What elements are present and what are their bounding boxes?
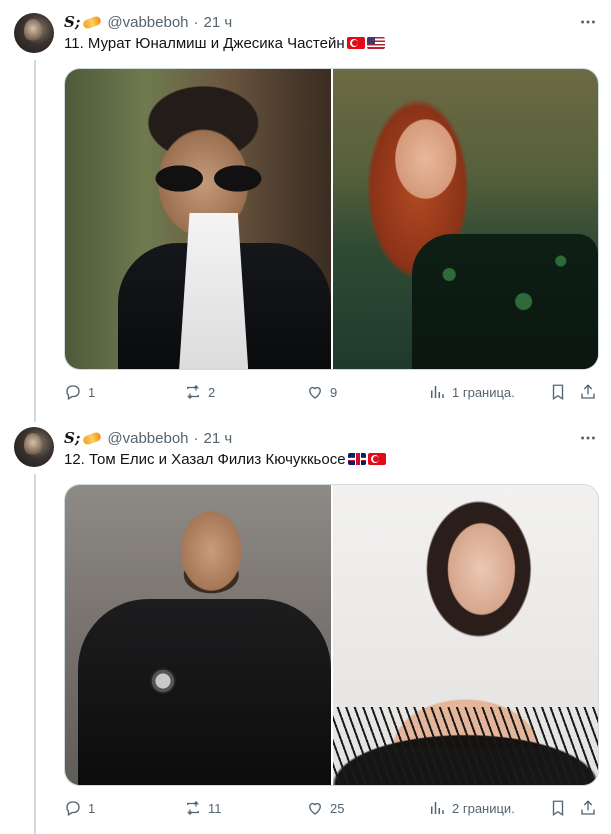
reply-button[interactable]: 1 (64, 798, 95, 818)
views-button[interactable]: 1 граница. (428, 382, 515, 402)
reply-button[interactable]: 1 (64, 382, 95, 402)
separator-dot: · (193, 13, 199, 31)
author-name[interactable]: S; (64, 13, 80, 31)
author-handle[interactable]: @vabbeboh (107, 14, 188, 31)
retweet-icon (187, 385, 199, 399)
retweet-button[interactable]: 2 (184, 382, 215, 402)
media-image[interactable] (65, 485, 331, 785)
share-icon (581, 384, 595, 399)
tweet[interactable]: S; @vabbeboh · 21 ч 11. Мурат Юналмиш и … (0, 0, 611, 420)
views-icon (431, 386, 444, 398)
separator-dot: · (193, 429, 199, 447)
tweet-actions: 1 2 9 1 граница. (64, 382, 597, 402)
reply-icon (66, 385, 80, 400)
bookmark-icon (552, 384, 564, 401)
tweet-header: S; @vabbeboh · 21 ч (64, 12, 232, 32)
media-image[interactable] (332, 69, 598, 369)
like-button[interactable]: 9 (306, 382, 337, 402)
uk-flag-icon (347, 453, 366, 465)
retweet-icon (187, 801, 199, 815)
avatar[interactable] (14, 13, 54, 53)
emoji-icon (82, 14, 103, 30)
media-image[interactable] (332, 485, 598, 785)
views-count: 2 граници. (452, 800, 515, 816)
more-icon[interactable] (578, 428, 598, 448)
retweet-button[interactable]: 11 (184, 798, 222, 818)
like-count: 25 (330, 800, 345, 816)
reply-count: 1 (88, 800, 96, 816)
views-icon (431, 802, 444, 814)
bookmark-button[interactable] (548, 382, 568, 402)
share-icon (581, 800, 595, 815)
tweet-text-content: 12. Том Елис и Хазал Филиз Кючуккьосе (64, 451, 346, 468)
reply-count: 1 (88, 384, 96, 400)
usa-flag-icon (366, 37, 385, 49)
media-image[interactable] (65, 69, 331, 369)
tweet-text: 11. Мурат Юналмиш и Джесика Частейн (64, 34, 385, 54)
turkey-flag-icon (346, 37, 365, 49)
tweet-text: 12. Том Елис и Хазал Филиз Кючуккьосе (64, 450, 386, 470)
timestamp[interactable]: 21 ч (204, 430, 233, 447)
author-name[interactable]: S; (64, 429, 80, 447)
bookmark-button[interactable] (548, 798, 568, 818)
like-count: 9 (330, 384, 338, 400)
share-button[interactable] (578, 382, 598, 402)
tweet[interactable]: S; @vabbeboh · 21 ч 12. Том Елис и Хазал… (0, 414, 611, 834)
reply-icon (66, 801, 80, 816)
views-count: 1 граница. (452, 384, 515, 400)
like-icon (309, 802, 321, 815)
emoji-icon (82, 430, 103, 446)
tweet-header: S; @vabbeboh · 21 ч (64, 428, 232, 448)
tweet-actions: 1 11 25 2 граници. (64, 798, 597, 818)
turkey-flag-icon (367, 453, 386, 465)
retweet-count: 2 (208, 384, 216, 400)
more-icon[interactable] (578, 12, 598, 32)
avatar[interactable] (14, 427, 54, 467)
tweet-text-content: 11. Мурат Юналмиш и Джесика Частейн (64, 35, 345, 52)
tweet-media[interactable] (64, 484, 599, 786)
views-button[interactable]: 2 граници. (428, 798, 515, 818)
like-button[interactable]: 25 (306, 798, 344, 818)
bookmark-icon (552, 800, 564, 817)
tweet-media[interactable] (64, 68, 599, 370)
share-button[interactable] (578, 798, 598, 818)
author-handle[interactable]: @vabbeboh (107, 430, 188, 447)
like-icon (309, 386, 321, 399)
timestamp[interactable]: 21 ч (204, 14, 233, 31)
retweet-count: 11 (208, 800, 222, 816)
